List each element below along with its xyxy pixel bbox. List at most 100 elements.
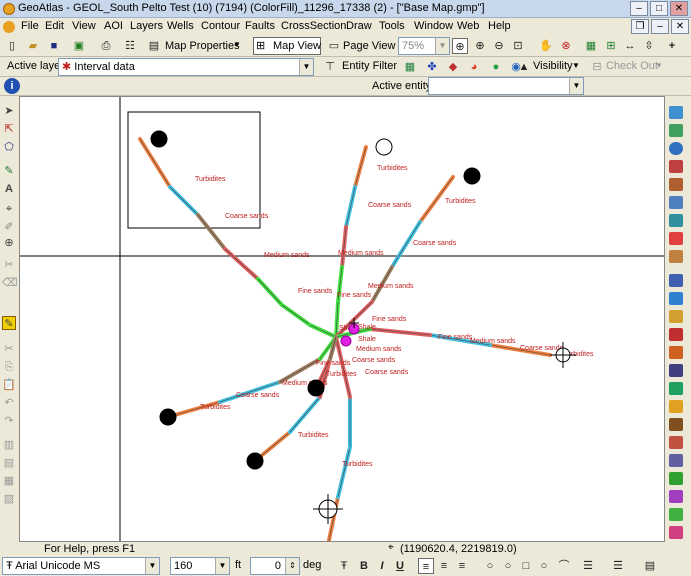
block-icon[interactable] [669,364,683,377]
wells-red-icon[interactable] [669,328,683,341]
scissors-icon[interactable]: ✂ [2,258,16,272]
line-style-icon[interactable]: ☰ [580,558,596,574]
barchart-icon[interactable] [669,400,683,413]
align-right-icon[interactable]: ≡ [454,558,470,574]
move-icon[interactable]: ↔ [622,38,638,54]
minimize-icon[interactable]: – [630,1,648,16]
cut-icon[interactable]: ✂ [2,342,16,356]
menu-wells[interactable]: Wells [167,20,194,32]
rainbow-icon[interactable] [669,490,683,503]
close-icon[interactable]: ✕ [670,1,688,16]
bold-icon[interactable]: B [356,558,372,574]
map-properties-dropdown-icon[interactable]: ▼ [233,40,241,49]
page-view-button[interactable]: Page View [343,40,395,52]
map-properties-button[interactable]: Map Properties [165,40,240,52]
menu-crosssection[interactable]: CrossSection [281,20,346,32]
layer-points-icon[interactable]: ✤ [424,59,440,75]
abacus-icon[interactable] [669,178,683,191]
map-canvas[interactable]: Turbidites Coarse sands Medium sands Fine s… [19,96,665,542]
mdi-close-icon[interactable]: ✕ [671,19,689,34]
compass-icon[interactable]: ⊕ [2,236,16,250]
angle-input[interactable]: 0 ⇕ [250,557,300,575]
visibility-icon[interactable]: ▲ [516,59,532,75]
zoom-window-icon[interactable]: ⊕ [452,38,468,54]
menu-help[interactable]: Help [488,20,511,32]
well-marker[interactable] [463,167,481,185]
stack-icon[interactable] [669,214,683,227]
strata-icon[interactable] [669,436,683,449]
menu-aoi[interactable]: AOI [104,20,123,32]
pan-hand-icon[interactable]: ✋ [538,38,554,54]
map-properties-icon[interactable]: ▤ [146,38,162,54]
draw-tool-icon[interactable]: ✐ [2,220,16,234]
table-icon[interactable] [669,160,683,173]
mdi-minimize-icon[interactable]: – [651,19,669,34]
select-node-icon[interactable]: ⇱ [2,122,16,136]
well-marker-open[interactable] [375,138,393,156]
group-icon[interactable]: ▥ [2,438,16,452]
zoom-extents-icon[interactable]: ⊡ [510,38,526,54]
properties-icon[interactable]: ☷ [122,38,138,54]
globe-icon[interactable] [669,124,683,137]
pin-icon[interactable] [669,526,683,539]
ungroup-icon[interactable]: ▤ [2,456,16,470]
italic-icon[interactable]: I [374,558,390,574]
menu-layers[interactable]: Layers [130,20,163,32]
visibility-dropdown-icon[interactable]: ▼ [572,61,580,70]
well-surface-marker[interactable] [340,335,352,347]
circle-icon[interactable]: ○ [500,558,516,574]
polygon-icon[interactable]: ⬠ [2,140,16,154]
pencil-icon[interactable]: ✎ [2,164,16,178]
zoom-out-icon[interactable]: ⊖ [491,38,507,54]
visibility-button[interactable]: Visibility [533,60,573,72]
check-out-dropdown-icon[interactable]: ▼ [655,61,663,70]
undo-icon[interactable]: ↶ [2,396,16,410]
stop-icon[interactable]: ⊗ [558,38,574,54]
new-icon[interactable]: ▯ [4,38,20,54]
well-marker[interactable] [159,408,177,426]
align-center-icon[interactable]: ≡ [436,558,452,574]
menu-tools[interactable]: Tools [379,20,405,32]
page-view-icon[interactable]: ▭ [326,38,342,54]
eraser-icon[interactable]: ⌫ [2,276,18,290]
well-marker[interactable] [307,379,325,397]
zoom-combo[interactable]: 75% ▼ [398,37,450,55]
align-left-icon[interactable]: ≡ [418,558,434,574]
maximize-icon[interactable]: □ [650,1,668,16]
stripes-icon[interactable] [669,472,683,485]
redo-icon[interactable]: ↷ [2,414,16,428]
pattern-icon[interactable] [669,418,683,431]
menu-contour[interactable]: Contour [201,20,240,32]
home-icon[interactable] [669,106,683,119]
warning-icon[interactable] [669,232,683,245]
measure-icon[interactable]: ⌖ [2,202,16,216]
check-out-button[interactable]: Check Out [606,60,658,72]
font-size-select[interactable]: 160 ▼ [170,557,230,575]
line-width-icon[interactable]: ☰ [610,558,626,574]
cross-section-icon[interactable] [669,382,683,395]
special-char-icon[interactable]: Ŧ [336,558,352,574]
save-icon[interactable]: ■ [46,38,62,54]
text-icon[interactable]: A [2,182,16,196]
well-marker[interactable] [150,130,168,148]
check-out-icon[interactable]: ⊟ [589,59,605,75]
distribute-icon[interactable]: ▧ [2,492,16,506]
zoom-in-icon[interactable]: ⊕ [472,38,488,54]
print-icon[interactable]: ⎙ [98,38,114,54]
well-marker[interactable] [246,452,264,470]
earth-icon[interactable] [669,142,683,155]
select-arrow-icon[interactable]: ➤ [2,104,16,118]
check-icon[interactable] [669,508,683,521]
square-icon[interactable]: □ [518,558,534,574]
active-layer-select[interactable]: ✱ Interval data ▼ [58,58,314,76]
layer-sphere-icon[interactable]: ● [488,59,504,75]
colorfill-icon[interactable] [669,250,683,263]
mdi-restore-icon[interactable]: ❐ [631,19,649,34]
layers-icon[interactable] [669,196,683,209]
menu-window[interactable]: Window [414,20,453,32]
layer-pie-icon[interactable]: ◕ [466,59,482,75]
layer-color-icon[interactable]: ▦ [402,59,418,75]
font-select[interactable]: Ŧ Arial Unicode MS ▼ [2,557,160,575]
crosshair-icon[interactable]: + [664,38,680,54]
menu-view[interactable]: View [72,20,96,32]
